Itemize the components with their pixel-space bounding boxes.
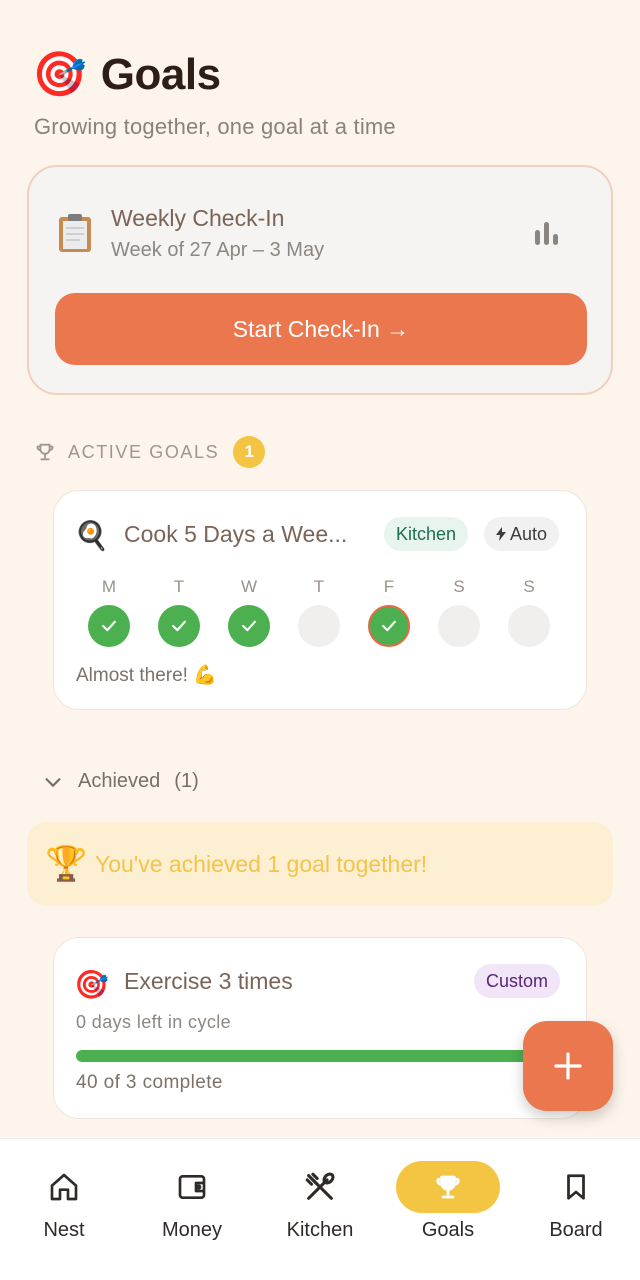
chevron-down-icon bbox=[45, 777, 61, 787]
target-icon: 🎯 bbox=[74, 969, 109, 1000]
goal-title: Cook 5 Days a Wee... bbox=[124, 521, 348, 547]
page-subtitle: Growing together, one goal at a time bbox=[34, 114, 396, 139]
plus-icon bbox=[554, 1052, 582, 1080]
day-1: T bbox=[157, 577, 201, 647]
day-letter: W bbox=[240, 577, 258, 596]
active-goals-header: ACTIVE GOALS 1 bbox=[34, 436, 266, 468]
check-icon bbox=[382, 620, 396, 632]
auto-tag: Auto bbox=[484, 517, 560, 551]
clipboard-icon bbox=[59, 214, 91, 252]
achieved-toggle[interactable]: Achieved (1) bbox=[42, 770, 199, 793]
goals-page: 🎯 Goals Growing together, one goal at a … bbox=[0, 0, 640, 1138]
nav-item-board[interactable]: Board bbox=[512, 1161, 640, 1261]
target-icon: 🎯 bbox=[32, 50, 87, 99]
start-checkin-button[interactable]: Start Check-In → bbox=[55, 293, 587, 365]
check-icon bbox=[102, 620, 116, 632]
day-letter: S bbox=[453, 577, 465, 596]
goal-progress-bar bbox=[76, 1050, 566, 1062]
weekly-checkin-card: Weekly Check-In Week of 27 Apr – 3 May S… bbox=[27, 165, 613, 395]
check-icon bbox=[172, 620, 186, 632]
checkin-week: Week of 27 Apr – 3 May bbox=[111, 239, 325, 261]
kitchen-tag: Kitchen bbox=[384, 517, 469, 551]
page-title: Goals bbox=[100, 50, 221, 99]
custom-tag: Custom bbox=[474, 964, 561, 998]
auto-tag-label: Auto bbox=[510, 523, 548, 544]
day-done-check bbox=[158, 605, 200, 647]
day-letter: F bbox=[383, 577, 395, 596]
checkin-title: Weekly Check-In bbox=[111, 205, 285, 231]
achievement-banner-text: You've achieved 1 goal together! bbox=[95, 851, 428, 877]
page-header: 🎯 Goals bbox=[32, 50, 221, 100]
frying-pan-icon: 🍳 bbox=[74, 520, 109, 551]
goal-status: Almost there! 💪 bbox=[76, 665, 217, 686]
nav-item-money[interactable]: Money bbox=[128, 1161, 256, 1261]
day-2: W bbox=[227, 577, 271, 647]
day-letter: S bbox=[523, 577, 535, 596]
day-done-check bbox=[228, 605, 270, 647]
nav-label: Nest bbox=[43, 1219, 85, 1241]
bottom-nav: Nest Money Kitchen Goals Board bbox=[0, 1138, 640, 1280]
day-letter: T bbox=[173, 577, 185, 596]
bookmark-icon bbox=[567, 1174, 585, 1200]
day-empty-dot bbox=[298, 605, 340, 647]
achievement-banner: 🏆 You've achieved 1 goal together! bbox=[27, 822, 613, 906]
day-letter: M bbox=[101, 577, 117, 596]
wallet-icon bbox=[178, 1175, 206, 1199]
active-indicator bbox=[396, 1161, 500, 1213]
nav-label: Money bbox=[161, 1219, 223, 1241]
nav-label: Goals bbox=[421, 1219, 475, 1241]
day-3: T bbox=[297, 577, 341, 647]
nav-label: Kitchen bbox=[286, 1219, 354, 1241]
nav-item-goals[interactable]: Goals bbox=[384, 1161, 512, 1261]
bar-chart-icon[interactable] bbox=[533, 219, 561, 247]
day-0: M bbox=[87, 577, 131, 647]
trophy-icon: 🏆 bbox=[45, 845, 88, 883]
nav-item-kitchen[interactable]: Kitchen bbox=[256, 1161, 384, 1261]
trophy-icon bbox=[436, 1175, 460, 1199]
active-goal-card[interactable]: 🍳 Cook 5 Days a Wee... Kitchen Auto M T W T… bbox=[53, 490, 587, 710]
active-goals-count-badge: 1 bbox=[233, 436, 266, 468]
day-empty-dot bbox=[508, 605, 550, 647]
nav-label: Board bbox=[549, 1219, 603, 1241]
achieved-label: Achieved bbox=[78, 770, 161, 792]
trophy-outline-icon bbox=[36, 443, 54, 461]
add-goal-button[interactable] bbox=[523, 1021, 613, 1111]
weekday-tracker: MTWTFSS bbox=[88, 577, 558, 647]
utensils-icon bbox=[305, 1172, 335, 1200]
nav-item-nest[interactable]: Nest bbox=[0, 1161, 128, 1261]
achieved-goal-card[interactable]: 🎯 Exercise 3 times Custom 0 days left in… bbox=[53, 937, 587, 1119]
goal-title: Exercise 3 times bbox=[124, 968, 293, 994]
progress-fill bbox=[76, 1050, 566, 1062]
active-goals-label: ACTIVE GOALS bbox=[68, 441, 220, 462]
lightning-icon bbox=[496, 527, 506, 541]
check-icon bbox=[242, 620, 256, 632]
home-icon bbox=[50, 1173, 78, 1201]
achieved-count: (1) bbox=[174, 770, 199, 792]
days-left-text: 0 days left in cycle bbox=[76, 1012, 232, 1032]
day-4: F bbox=[367, 577, 411, 647]
complete-text: 40 of 3 complete bbox=[76, 1072, 223, 1093]
day-empty-dot bbox=[438, 605, 480, 647]
day-done-check bbox=[368, 605, 410, 647]
day-letter: T bbox=[313, 577, 325, 596]
day-done-check bbox=[88, 605, 130, 647]
day-6: S bbox=[507, 577, 551, 647]
day-5: S bbox=[437, 577, 481, 647]
